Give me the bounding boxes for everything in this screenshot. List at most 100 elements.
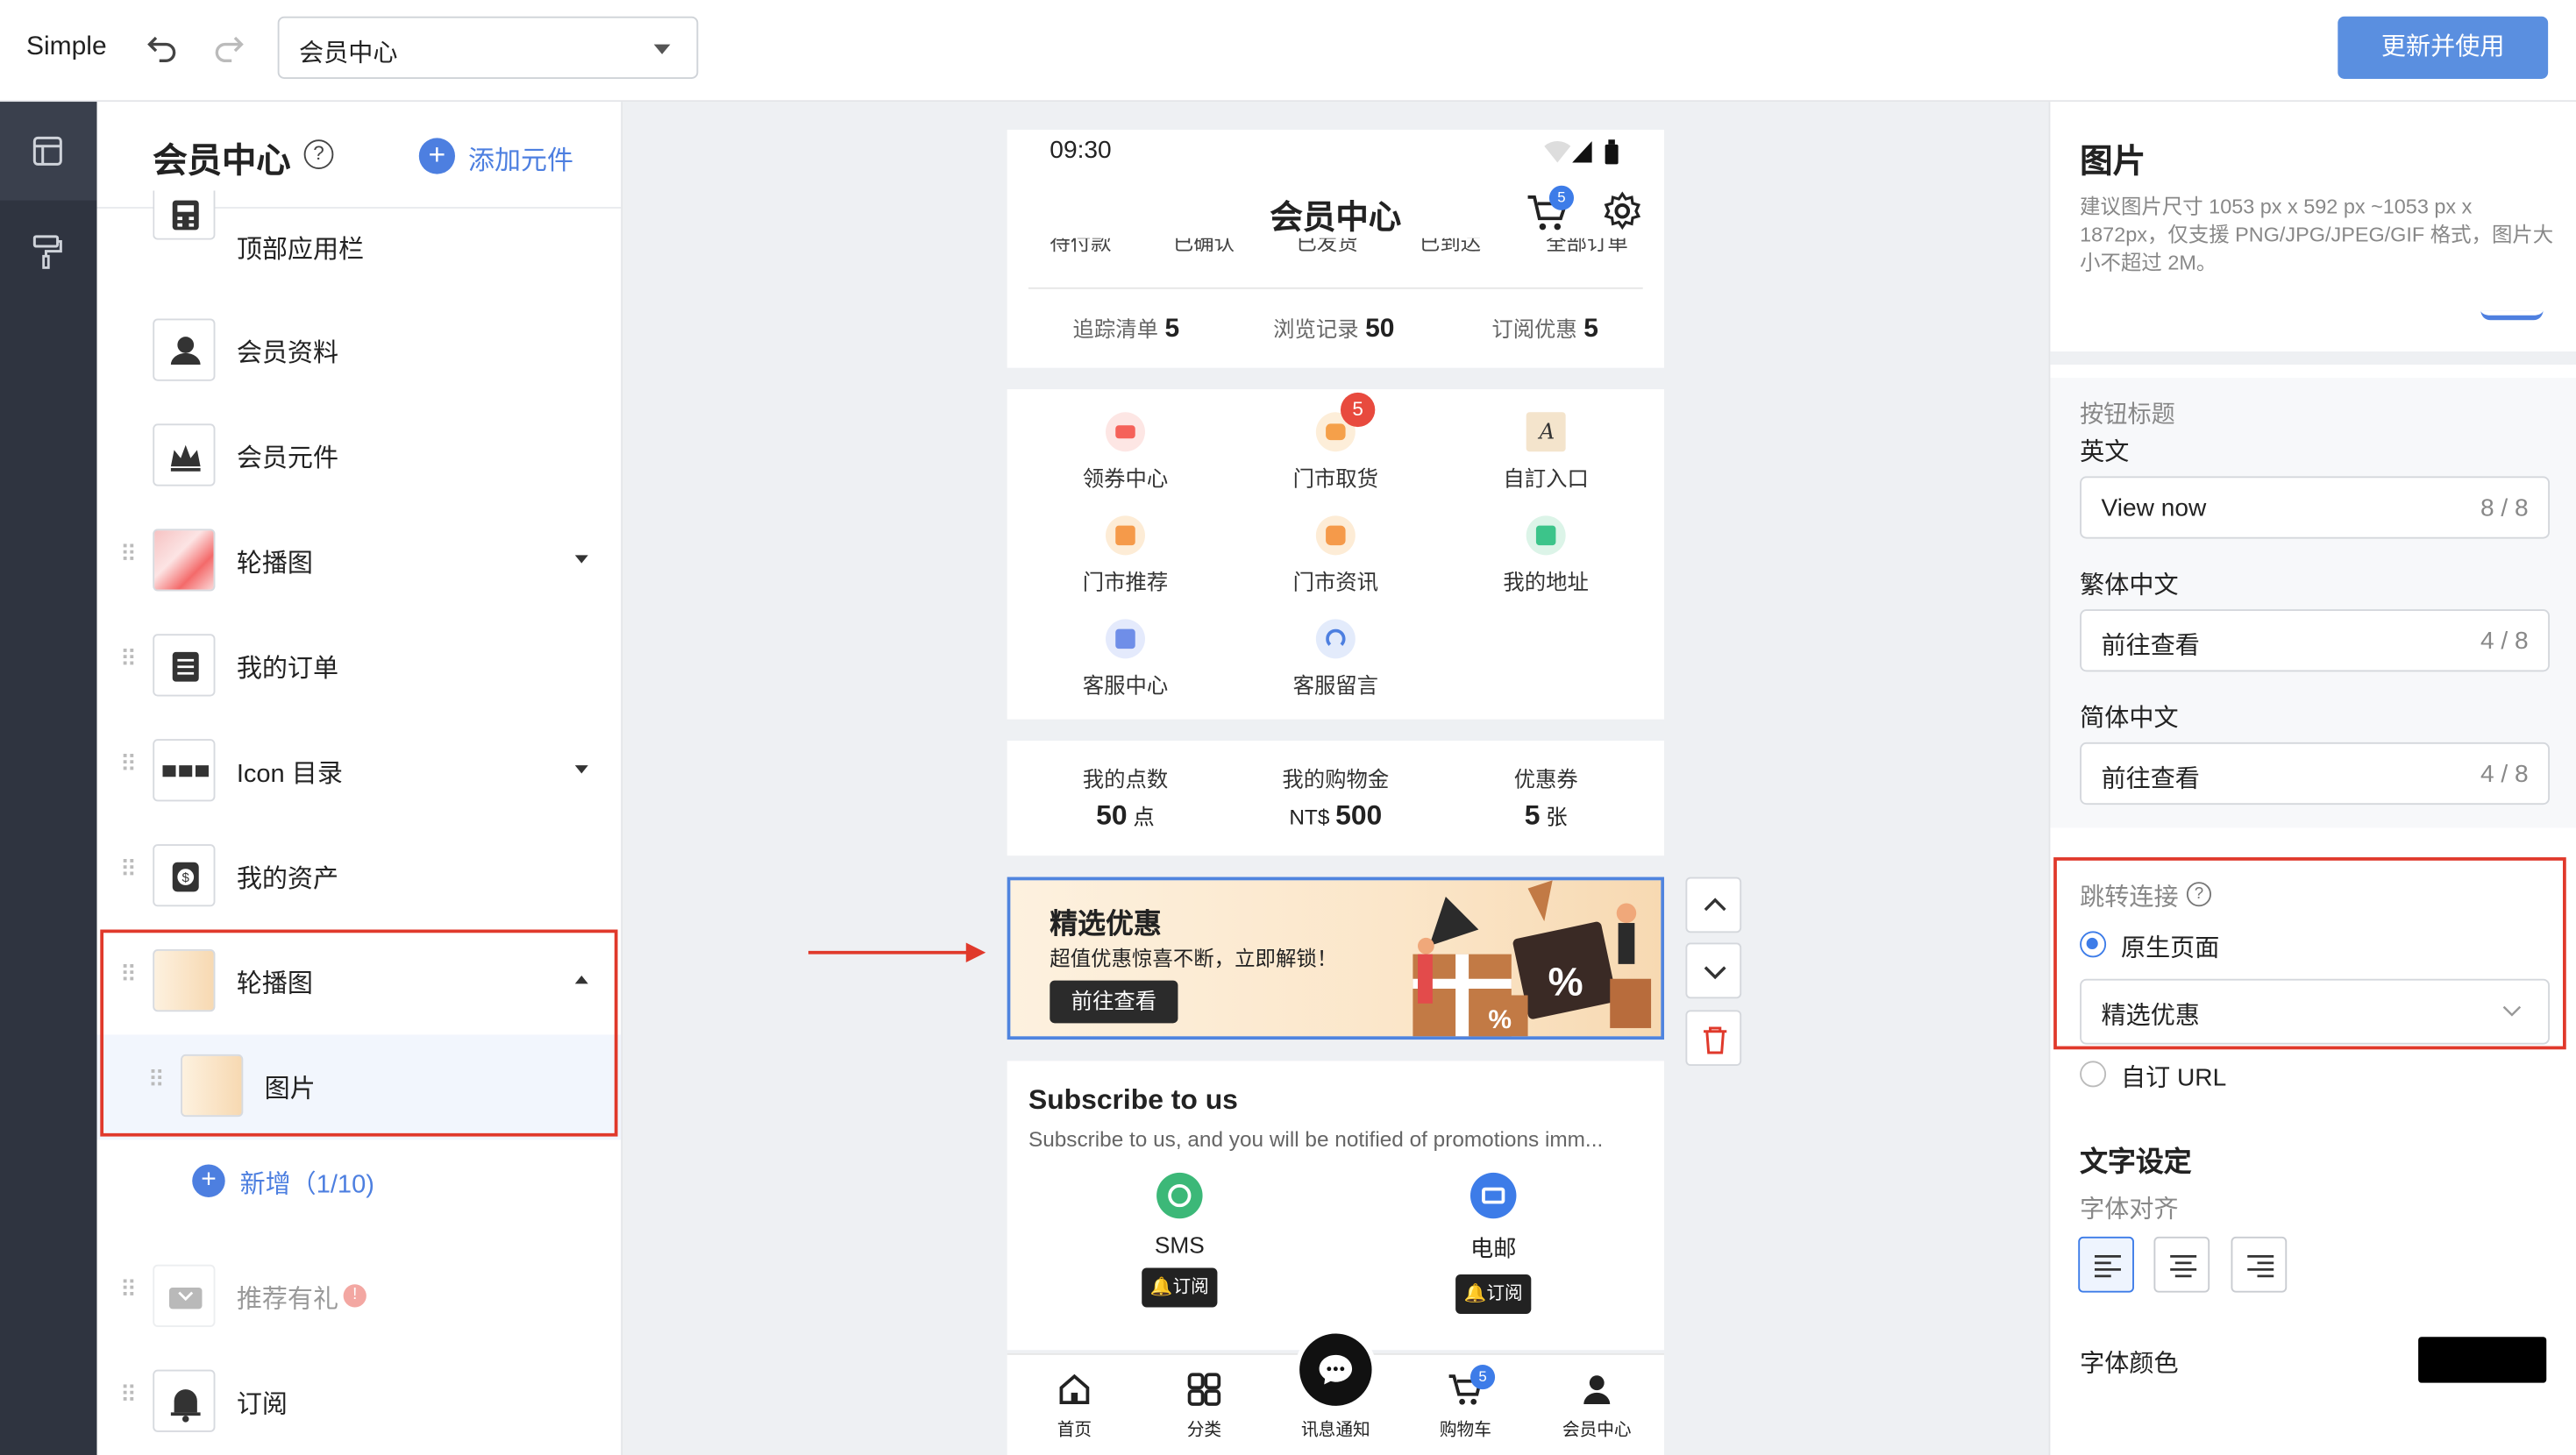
add-image-label: 新增（1/10) <box>239 1170 374 1199</box>
stat-subscribed[interactable]: 订阅优惠 5 <box>1491 312 1598 344</box>
paint-roller-icon[interactable] <box>32 233 64 269</box>
chevron-up-icon <box>1704 898 1726 912</box>
icon-item-coupon[interactable]: 领券中心 <box>1021 412 1231 493</box>
component-item-carousel[interactable]: ⠿ 轮播图 <box>97 509 622 614</box>
component-label: 我的订单 <box>236 655 339 684</box>
chat-bubble-icon <box>1319 1354 1353 1385</box>
component-item-member-profile[interactable]: 会员资料 <box>97 299 622 404</box>
chevron-down-icon[interactable] <box>574 765 588 774</box>
order-tab[interactable]: 全部订单 <box>1546 238 1628 257</box>
component-label: Icon 目录 <box>236 760 343 789</box>
stat-history[interactable]: 浏览记录 50 <box>1273 312 1394 344</box>
button-title-label: 按钮标题 <box>2080 402 2175 429</box>
icon-badge: 5 <box>1340 392 1376 428</box>
icon-item-store-recommend[interactable]: 门市推荐 <box>1021 515 1231 596</box>
delete-button[interactable] <box>1685 1010 1742 1067</box>
asset-value: 500 <box>1335 799 1383 832</box>
chat-fab[interactable] <box>1294 1328 1377 1411</box>
top-bar: Simple 会员中心 更新并使用 <box>0 0 2576 103</box>
divider <box>1028 287 1643 289</box>
component-item-member-widget[interactable]: 会员元件 <box>97 404 622 509</box>
button-title-zh-hant-input[interactable]: 前往查看 4 / 8 <box>2080 609 2551 672</box>
icon-item-address[interactable]: 我的地址 <box>1441 515 1651 596</box>
icon-item-service-message[interactable]: 客服留言 <box>1230 619 1441 699</box>
icon-item-pickup[interactable]: 门市取货 <box>1230 412 1441 493</box>
move-down-button[interactable] <box>1685 942 1742 999</box>
subscribe-sms-button[interactable]: 🔔订阅 <box>1142 1267 1218 1308</box>
tab-home[interactable]: 首页 <box>1025 1372 1123 1443</box>
component-label: 轮播图 <box>236 550 313 578</box>
asset-unit: 点 <box>1127 805 1155 830</box>
brand-name: Simple <box>25 32 107 61</box>
order-tab[interactable]: 已发货 <box>1296 238 1357 257</box>
page-select-value: 会员中心 <box>299 39 398 67</box>
font-color-swatch[interactable] <box>2418 1337 2547 1383</box>
field-label-zh-hans: 简体中文 <box>2080 704 2179 733</box>
page-select[interactable]: 会员中心 <box>277 16 699 79</box>
component-panel: 会员中心 ? + 添加元件 顶部应用栏 会员资料 会员元件 ⠿ 轮播图 ⠿ 我的… <box>96 102 623 1455</box>
tab-label: 分类 <box>1186 1420 1222 1441</box>
align-right-button[interactable] <box>2231 1236 2288 1293</box>
chevron-down-icon[interactable] <box>574 555 588 564</box>
component-item-top-appbar[interactable]: 顶部应用栏 <box>97 190 622 295</box>
crown-icon <box>153 423 216 486</box>
gear-icon[interactable] <box>1602 190 1643 231</box>
button-title-zh-hans-input[interactable]: 前往查看 4 / 8 <box>2080 742 2551 806</box>
asset-shopping-credit[interactable]: 我的购物金 NT$ 500 <box>1229 762 1443 833</box>
carousel-banner[interactable]: 精选优惠 超值优惠惊喜不断，立即解锁！ 前往查看 % % <box>1007 877 1665 1040</box>
redo-icon[interactable] <box>210 30 246 66</box>
subscribe-email-button[interactable]: 🔔订阅 <box>1455 1274 1532 1314</box>
drag-handle-icon[interactable]: ⠿ <box>120 1278 137 1307</box>
tab-cart-badge: 5 <box>1469 1365 1496 1390</box>
text-settings-heading: 文字设定 <box>2080 1146 2192 1178</box>
order-tabs-clipped: 待付款 已确认 已发货 已到达 全部订单 <box>1007 238 1664 261</box>
add-image-button[interactable]: + 新增（1/10) <box>97 1139 622 1245</box>
banner-subtitle: 超值优惠惊喜不断，立即解锁！ <box>1050 948 1338 971</box>
channel-name: SMS <box>1154 1231 1205 1259</box>
component-item-my-assets[interactable]: ⠿ $ 我的资产 <box>97 825 622 930</box>
drag-handle-icon[interactable]: ⠿ <box>120 542 137 571</box>
asset-value: 50 <box>1096 799 1128 832</box>
button-title-en-input[interactable]: View now 8 / 8 <box>2080 476 2551 539</box>
order-tab[interactable]: 已确认 <box>1173 238 1235 257</box>
component-item-my-orders[interactable]: ⠿ 我的订单 <box>97 614 622 720</box>
status-icons <box>1544 139 1619 165</box>
input-value: 前往查看 <box>2101 765 2200 794</box>
order-tab[interactable]: 待付款 <box>1050 238 1111 257</box>
tab-member-center[interactable]: 会员中心 <box>1548 1372 1646 1443</box>
radio-custom-url[interactable] <box>2080 1061 2107 1088</box>
component-item-icon-directory[interactable]: ⠿ Icon 目录 <box>97 720 622 825</box>
add-component-button[interactable]: 添加元件 <box>468 138 573 177</box>
icon-label: 门市取货 <box>1292 466 1379 492</box>
publish-button[interactable]: 更新并使用 <box>2338 16 2549 79</box>
tab-cart[interactable]: 购物车 <box>1416 1372 1514 1443</box>
drag-handle-icon[interactable]: ⠿ <box>120 1383 137 1412</box>
align-center-button[interactable] <box>2153 1236 2210 1293</box>
icon-item-service-center[interactable]: 客服中心 <box>1021 619 1231 699</box>
move-up-button[interactable] <box>1685 877 1742 933</box>
order-tab[interactable]: 已到达 <box>1420 238 1481 257</box>
left-rail <box>0 102 97 1455</box>
help-icon[interactable]: ? <box>303 139 334 169</box>
icon-item-store-info[interactable]: 门市资讯 <box>1230 515 1441 596</box>
field-label-en: 英文 <box>2080 438 2130 467</box>
component-item-referral[interactable]: ⠿ 推荐有礼 ! <box>97 1245 622 1350</box>
undo-icon[interactable] <box>145 30 181 66</box>
align-left-button[interactable] <box>2078 1236 2134 1293</box>
tab-category[interactable]: 分类 <box>1155 1372 1253 1443</box>
component-item-subscribe[interactable]: ⠿ 订阅 <box>97 1350 622 1455</box>
add-component-icon[interactable]: + <box>418 138 456 174</box>
tab-messages[interactable]: 讯息通知 <box>1286 1417 1384 1442</box>
layout-icon[interactable] <box>32 135 64 167</box>
stat-tracking[interactable]: 追踪清单 5 <box>1073 312 1180 344</box>
drag-handle-icon[interactable]: ⠿ <box>120 752 137 782</box>
drag-handle-icon[interactable]: ⠿ <box>120 647 137 677</box>
image-section: 图片 建议图片尺寸 1053 px x 592 px ~1053 px x 18… <box>2050 102 2576 365</box>
banner-button[interactable]: 前往查看 <box>1050 980 1178 1024</box>
book-icon <box>1106 619 1145 659</box>
calculator-icon <box>153 190 216 240</box>
asset-points[interactable]: 我的点数 50 点 <box>1019 762 1233 833</box>
drag-handle-icon[interactable]: ⠿ <box>120 857 137 887</box>
icon-item-custom-entry[interactable]: A 自訂入口 <box>1441 412 1651 493</box>
asset-coupons[interactable]: 优惠券 5 张 <box>1439 762 1653 833</box>
